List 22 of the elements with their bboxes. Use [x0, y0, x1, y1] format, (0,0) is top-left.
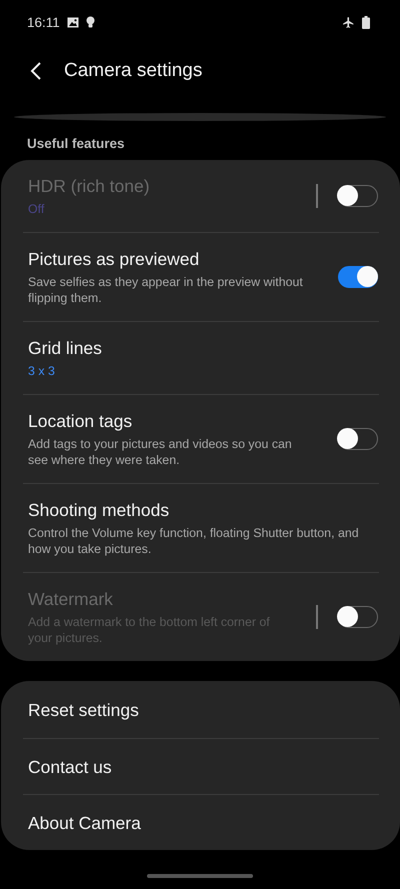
- setting-summary: Control the Volume key function, floating Shutter button, and how you take pictures.: [28, 525, 360, 557]
- toggle-switch[interactable]: [338, 428, 378, 450]
- page-title: Camera settings: [64, 60, 202, 82]
- image-icon: [66, 16, 79, 28]
- setting-summary: Add tags to your pictures and videos so you can see where they were taken.: [28, 436, 293, 468]
- setting-title[interactable]: Location tags: [28, 409, 338, 433]
- lightbulb-icon: [86, 16, 95, 28]
- setting-summary: Off: [28, 201, 46, 217]
- menu-item[interactable]: About Camera: [28, 810, 141, 834]
- battery-icon: [362, 16, 370, 28]
- airplane-icon: [342, 16, 355, 28]
- back-icon[interactable]: [30, 61, 42, 81]
- setting-title[interactable]: Grid lines: [28, 336, 378, 360]
- menu-item[interactable]: Contact us: [28, 754, 112, 778]
- status-time: 16:11: [27, 14, 60, 30]
- setting-title[interactable]: Pictures as previewed: [28, 247, 338, 271]
- section-title: Useful features: [26, 135, 126, 153]
- setting-summary: 3 x 3: [28, 363, 56, 379]
- setting-summary: Save selfies as they appear in the preview without flipping them.: [28, 274, 304, 306]
- toggle-switch[interactable]: [338, 266, 378, 288]
- setting-title[interactable]: Shooting methods: [28, 498, 378, 522]
- menu-item[interactable]: Reset settings: [28, 698, 139, 722]
